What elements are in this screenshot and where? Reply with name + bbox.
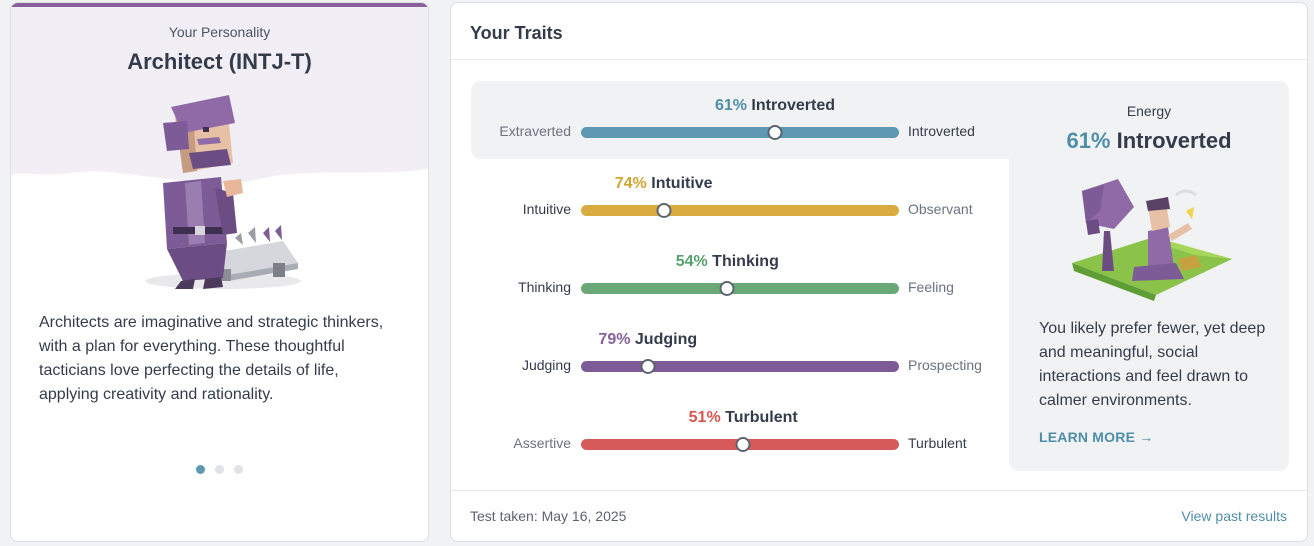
energy-trait-name: Introverted — [1116, 128, 1232, 153]
architect-illustration — [145, 95, 301, 289]
trait-row-1[interactable]: 74% Intuitive Intuitive Observant — [471, 159, 1011, 219]
trait-right-label: Observant — [908, 201, 973, 217]
personality-description: Architects are imaginative and strategic… — [39, 314, 384, 403]
trait-percent: 74% — [614, 175, 647, 192]
trait-headline: 74% Intuitive — [615, 175, 713, 193]
energy-description: You likely prefer fewer, yet deep and me… — [1039, 320, 1266, 409]
learn-more-link[interactable]: LEARN MORE → — [1039, 429, 1153, 445]
trait-headline: 61% Introverted — [715, 97, 835, 115]
carousel-dots — [11, 465, 428, 474]
energy-percent: 61% — [1066, 128, 1111, 153]
trait-headline: 54% Thinking — [676, 253, 779, 271]
trait-slider-knob — [735, 437, 751, 452]
carousel-dot-3[interactable] — [234, 465, 243, 474]
trait-percent: 51% — [688, 409, 721, 426]
trait-percent: 61% — [714, 97, 747, 114]
trait-slider-knob — [719, 281, 735, 296]
trait-slider-knob — [767, 125, 783, 140]
trait-name: Turbulent — [725, 409, 798, 426]
trait-percent: 54% — [675, 253, 708, 270]
trait-left-label: Intuitive — [522, 201, 571, 217]
trait-bar — [581, 205, 899, 216]
energy-panel: Energy 61% Introverted You likely prefer… — [1009, 81, 1289, 471]
trait-right-label: Introverted — [908, 123, 975, 139]
trait-percent: 79% — [598, 331, 631, 348]
trait-bar — [581, 127, 899, 138]
carousel-dot-1[interactable] — [196, 465, 205, 474]
introvert-illustration — [1072, 179, 1232, 301]
trait-right-label: Feeling — [908, 279, 954, 295]
trait-left-label: Extraverted — [499, 123, 571, 139]
test-taken-date: Test taken: May 16, 2025 — [470, 508, 627, 524]
trait-name: Introverted — [751, 97, 835, 114]
carousel-dot-2[interactable] — [215, 465, 224, 474]
trait-headline: 79% Judging — [598, 331, 697, 349]
trait-row-2[interactable]: 54% Thinking Thinking Feeling — [471, 237, 1011, 297]
traits-footer: Test taken: May 16, 2025 View past resul… — [451, 490, 1307, 541]
trait-bar — [581, 361, 899, 372]
trait-right-label: Prospecting — [908, 357, 982, 373]
traits-title: Your Traits — [451, 3, 1307, 60]
trait-name: Judging — [634, 331, 698, 348]
view-past-results-link[interactable]: View past results — [1181, 508, 1287, 524]
trait-name: Intuitive — [651, 175, 713, 192]
personality-card: Your Personality Architect (INTJ-T) Arch… — [10, 2, 429, 542]
trait-row-4[interactable]: 51% Turbulent Assertive Turbulent — [471, 393, 1011, 453]
personality-type: Architect (INTJ-T) — [127, 49, 312, 74]
trait-name: Thinking — [712, 253, 779, 270]
trait-headline: 51% Turbulent — [689, 409, 798, 427]
energy-label: Energy — [1126, 103, 1172, 119]
personality-label: Your Personality — [168, 24, 271, 40]
energy-title: 61% Introverted — [1009, 128, 1289, 154]
trait-right-label: Turbulent — [908, 435, 967, 451]
trait-row-3[interactable]: 79% Judging Judging Prospecting — [471, 315, 1011, 375]
trait-slider-knob — [656, 203, 672, 218]
traits-card: Your Traits 61% Introverted Extraverted In… — [450, 2, 1308, 542]
trait-row-0[interactable]: 61% Introverted Extraverted Introverted — [471, 81, 1011, 141]
trait-left-label: Judging — [521, 357, 571, 373]
trait-slider-knob — [640, 359, 656, 374]
trait-bar — [581, 283, 899, 294]
trait-left-label: Assertive — [513, 435, 571, 451]
trait-left-label: Thinking — [518, 279, 571, 295]
